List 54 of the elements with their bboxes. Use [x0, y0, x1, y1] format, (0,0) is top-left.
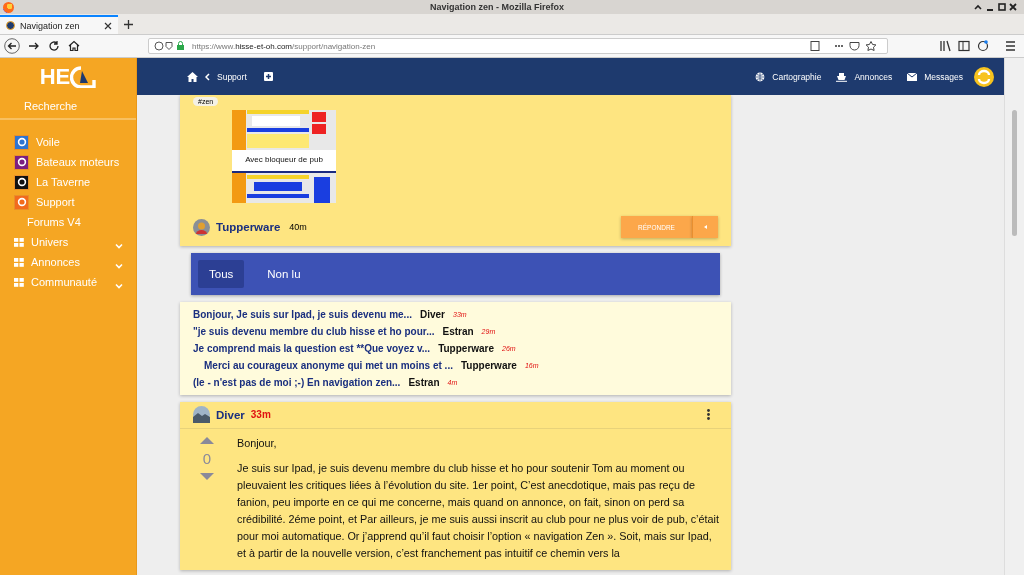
header-link[interactable]: Annonces — [854, 71, 893, 82]
thread-author[interactable]: Estran — [408, 377, 440, 388]
thread-author[interactable]: Tupperware — [460, 360, 517, 371]
thread-author[interactable]: Estran — [442, 326, 474, 337]
scrollbar[interactable] — [1004, 58, 1024, 575]
toolbar-icons[interactable] — [940, 40, 1016, 52]
author-name[interactable]: Diver — [216, 408, 245, 421]
header-link[interactable]: Cartographie — [772, 71, 822, 82]
reload-icon[interactable] — [48, 40, 60, 52]
new-post-icon[interactable] — [263, 72, 273, 81]
header-link[interactable]: Messages — [924, 71, 963, 82]
globe-icon — [755, 71, 766, 82]
home-icon[interactable] — [68, 40, 80, 52]
breadcrumb-link[interactable]: Support — [217, 71, 247, 82]
downvote-icon[interactable] — [200, 473, 214, 480]
thread-link[interactable]: Merci au courageux anonyme qui met un moins et ... — [204, 360, 453, 371]
sail-logo-icon — [70, 65, 97, 88]
thread-link[interactable]: Bonjour, Je suis sur Ipad, je suis devenu me... — [193, 309, 412, 320]
avatar-icon — [193, 218, 210, 236]
address-bar[interactable]: https://www.hisse-et-oh.com/support/navigation-zen — [148, 38, 888, 54]
back-chevron-icon[interactable] — [205, 72, 210, 81]
browser-tab[interactable]: Navigation zen — [0, 15, 118, 34]
comment-paragraph: Je suis sur Ipad, je suis devenu membre du club hisse et ho pour soutenir Tom au moment ou pleuvaient les critiques liées à l’évolution du site. 1er point, C’est anecdotique, mais pas reçu de fanion, peu importe en ce qui me concerne, mais quand on annonce, on fait, sinon on perd sa crédibilité. 2éme point, et Par ailleurs, je me suis aussi inscrit au club pour ne plus voir de pub, c’était pour moi automatique. Or j’apprend qu’il faut choisir l’option « navigation Zen ». Soit, mais sur Ipad, et à partir de la nouvelle version, c’est franchement pas intuitif ce chemin vers la — [237, 461, 719, 561]
screenshot-image: Avec bloqueur de pub — [232, 110, 336, 203]
boat-icon — [836, 71, 848, 82]
filter-tab[interactable]: Non lu — [256, 260, 312, 288]
more-options-icon[interactable] — [707, 409, 710, 420]
thread-author[interactable]: Tupperware — [438, 343, 495, 354]
home-icon[interactable] — [187, 71, 198, 82]
filter-tab[interactable]: Tous — [198, 260, 245, 288]
envelope-icon — [907, 72, 918, 81]
comment-time: 33m — [250, 409, 271, 420]
close-tab-icon[interactable] — [104, 21, 112, 30]
upvote-icon[interactable] — [200, 437, 214, 444]
window-title: Navigation zen - Mozilla Firefox — [430, 2, 564, 12]
avatar-icon[interactable] — [974, 66, 994, 87]
back-icon[interactable] — [4, 38, 20, 54]
window-controls-icon[interactable] — [974, 2, 1018, 12]
post-time: 40m — [289, 222, 307, 232]
thread-link[interactable]: Je comprend mais la question est **Que voyez v... — [193, 343, 431, 354]
forward-icon[interactable] — [28, 40, 40, 52]
firefox-logo-icon — [3, 1, 14, 13]
avatar-icon — [193, 406, 210, 423]
thread-link[interactable]: (le - n'est pas de moi ;-) En navigation zen... — [193, 377, 401, 388]
comment-paragraph: Bonjour, — [237, 436, 278, 451]
group-icon — [14, 237, 24, 247]
new-tab-icon[interactable] — [124, 20, 133, 29]
thread-link[interactable]: "je suis devenu membre du club hisse et ho pour... — [193, 326, 435, 337]
group-icon — [14, 277, 24, 287]
author-name[interactable]: Tupperware — [216, 221, 281, 233]
group-icon — [14, 257, 24, 267]
thread-author[interactable]: Diver — [419, 309, 445, 320]
vote-count: 0 — [202, 451, 212, 466]
caret-icon — [704, 225, 707, 229]
